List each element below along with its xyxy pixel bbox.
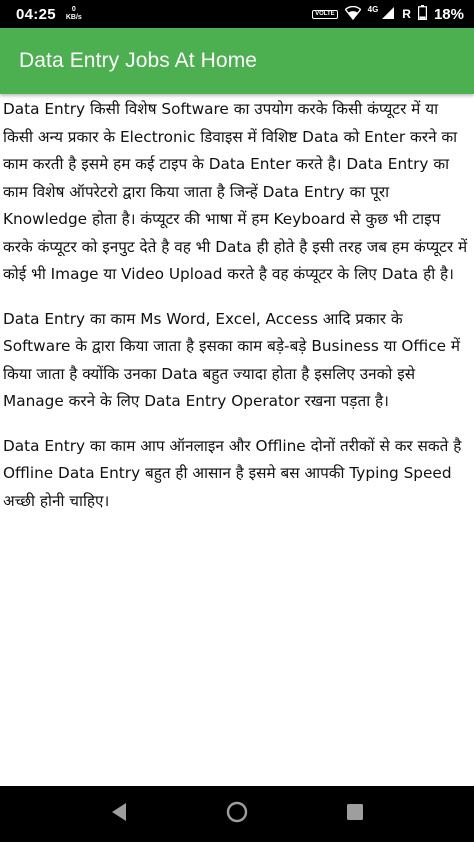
status-time: 04:25 [16,5,56,23]
back-button[interactable] [99,794,139,834]
recents-button[interactable] [335,794,375,834]
article-paragraph-2: Data Entry का काम Ms Word, Excel, Access… [3,309,461,411]
battery-icon [417,4,427,24]
recents-icon [346,803,364,825]
network-type: 4G [367,4,379,14]
app-bar: Data Entry Jobs At Home [0,28,474,94]
article-content: Data Entry किसी विशेष Software का उपयोग … [0,94,474,532]
home-icon [226,801,248,827]
status-bar: 04:25 0 KB/s VOLTE 4G R 18% [0,0,474,28]
article-paragraph-3: Data Entry का काम आप ऑनलाइन और Offline द… [3,436,462,510]
app-screen: 04:25 0 KB/s VOLTE 4G R 18% Data Entry J… [0,0,474,842]
roaming-indicator: R [402,7,411,21]
volte-badge: VOLTE [312,9,338,19]
page-title: Data Entry Jobs At Home [19,49,258,72]
home-button[interactable] [217,794,257,834]
signal-icon [381,5,395,24]
network-speed-value: 0 [71,6,76,13]
back-icon [110,802,128,826]
wifi-icon [344,5,362,24]
battery-percentage: 18% [433,5,464,23]
navigation-bar [0,786,474,842]
status-icons: VOLTE 4G R 18% [312,4,464,24]
network-speed-unit: KB/s [65,14,82,21]
article-paragraph-1: Data Entry किसी विशेष Software का उपयोग … [3,100,468,283]
network-speed: 0 KB/s [66,6,82,22]
